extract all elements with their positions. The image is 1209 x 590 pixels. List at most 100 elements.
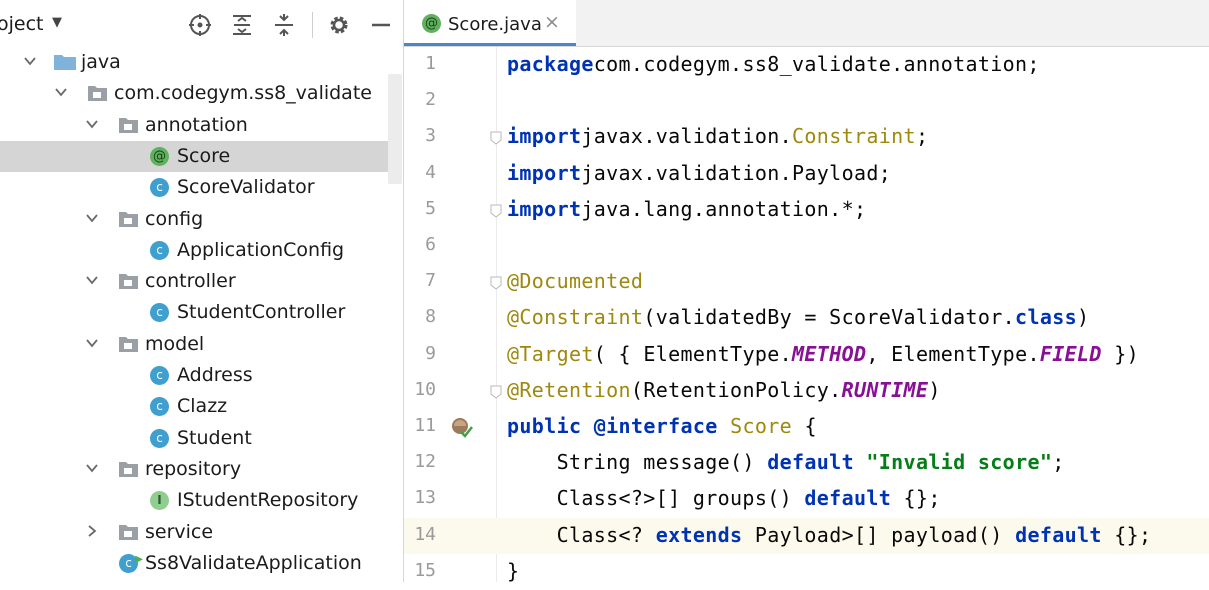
tree-item-studentcontroller[interactable]: c StudentController <box>0 297 388 328</box>
code-line[interactable]: 11 public @interface Score { <box>404 409 1209 445</box>
tree-item-controller[interactable]: controller <box>0 266 388 297</box>
implementation-marker-icon[interactable] <box>451 417 473 439</box>
collapse-all-icon[interactable] <box>271 12 297 38</box>
code-line[interactable]: 6 <box>404 228 1209 264</box>
code-area[interactable]: 1 packagecom.codegym.ss8_validate.annotat… <box>404 47 1209 583</box>
class-icon: c <box>150 178 169 198</box>
tree-item-service[interactable]: service <box>0 517 388 548</box>
code-token: (RetentionPolicy. <box>630 377 842 402</box>
code-line[interactable]: 5 importjava.lang.annotation.*; <box>404 192 1209 228</box>
code-line[interactable]: 2 <box>404 83 1209 119</box>
package-folder-icon <box>118 116 138 134</box>
tree-item-label: StudentController <box>177 301 346 324</box>
close-icon[interactable]: × <box>544 11 560 33</box>
code-line[interactable]: 9 @Target( { ElementType.METHOD, ElementT… <box>404 337 1209 373</box>
line-number: 14 <box>414 523 436 545</box>
interface-icon: I <box>150 491 169 511</box>
chevron-down-icon[interactable] <box>84 272 100 288</box>
tree-item-model[interactable]: model <box>0 329 388 360</box>
package-folder-icon <box>87 84 107 102</box>
code-line[interactable]: 14 Class<? extends Payload>[] payload() … <box>404 517 1209 554</box>
tree-item-repository[interactable]: repository <box>0 454 388 485</box>
code-token: METHOD <box>792 341 867 366</box>
line-number: 11 <box>414 415 436 436</box>
tree-item-student[interactable]: c Student <box>0 423 388 454</box>
code-token: Class<?>[] groups() <box>507 486 805 511</box>
code-token: } <box>507 558 520 583</box>
line-number: 8 <box>425 306 436 328</box>
line-number: 10 <box>414 378 436 400</box>
line-gutter: 14 <box>404 517 496 554</box>
fold-marker-icon[interactable] <box>490 384 502 399</box>
code-text: Class<?>[] groups() default {}; <box>507 486 941 510</box>
chevron-down-icon[interactable] <box>53 84 69 100</box>
code-text: @Target( { ElementType.METHOD, ElementTy… <box>507 342 1139 366</box>
code-token: import <box>507 160 582 185</box>
view-selector-chevron-icon[interactable]: ▼ <box>52 15 62 30</box>
tab-score-java[interactable]: @ Score.java × <box>404 0 576 46</box>
code-line[interactable]: 10 @Retention(RetentionPolicy.RUNTIME) <box>404 373 1209 409</box>
fold-marker-icon[interactable] <box>490 275 502 290</box>
tree-item-label: Ss8ValidateApplication <box>145 551 362 574</box>
tree-item-ss8validateapplication[interactable]: c ▶ Ss8ValidateApplication <box>0 548 388 579</box>
class-icon: c <box>150 397 169 417</box>
code-token: default <box>1015 522 1102 547</box>
code-token: {}; <box>891 486 941 511</box>
chevron-down-icon[interactable] <box>84 460 100 476</box>
code-line[interactable]: 8 @Constraint(validatedBy = ScoreValidato… <box>404 300 1209 336</box>
code-line[interactable]: 12 String message() default "Invalid sco… <box>404 445 1209 481</box>
code-line[interactable]: 4 importjavax.validation.Payload; <box>404 156 1209 192</box>
tree-item-config[interactable]: config <box>0 204 388 235</box>
chevron-down-icon[interactable] <box>84 116 100 132</box>
code-token: @Documented <box>507 269 644 294</box>
tree-item-label: controller <box>145 270 236 293</box>
code-token: default <box>804 486 892 511</box>
code-line[interactable]: 15} <box>404 554 1209 590</box>
package-folder-icon <box>118 272 138 290</box>
tree-scrollbar[interactable] <box>388 74 402 184</box>
project-view-title[interactable]: oject <box>0 13 44 35</box>
tree-item-scorevalidator[interactable]: c ScoreValidator <box>0 172 388 203</box>
expand-all-icon[interactable] <box>229 12 255 38</box>
minimize-icon[interactable] <box>368 12 394 38</box>
tree-item-address[interactable]: c Address <box>0 360 388 391</box>
line-number: 4 <box>425 161 436 183</box>
tree-item-java[interactable]: java <box>0 47 388 78</box>
code-line[interactable]: 1 packagecom.codegym.ss8_validate.annotat… <box>404 47 1209 83</box>
line-gutter: 11 <box>404 409 496 445</box>
tree-item-label: model <box>145 332 205 355</box>
tree-item-clazz[interactable]: c Clazz <box>0 391 388 422</box>
tab-label: Score.java <box>448 14 542 35</box>
code-token: package <box>507 52 594 76</box>
tree-item-applicationconfig[interactable]: c ApplicationConfig <box>0 235 388 266</box>
code-token: @Target <box>507 341 594 366</box>
fold-marker-icon[interactable] <box>490 130 502 146</box>
tree-item-com-codegym-ss8-validate[interactable]: com.codegym.ss8_validate <box>0 78 388 109</box>
source-folder-icon <box>53 53 76 71</box>
chevron-down-icon[interactable] <box>84 210 100 226</box>
class-icon: c <box>150 366 169 385</box>
code-line[interactable]: 13 Class<?>[] groups() default {}; <box>404 481 1209 517</box>
toolbar-divider <box>312 12 313 38</box>
code-line[interactable]: 3 importjavax.validation.Constraint; <box>404 119 1209 155</box>
class-icon: c <box>150 303 169 323</box>
code-line[interactable]: 7 @Documented <box>404 264 1209 300</box>
tree-item-istudentrepository[interactable]: I IStudentRepository <box>0 485 388 516</box>
fold-marker-icon[interactable] <box>490 203 502 218</box>
tree-item-label: ApplicationConfig <box>177 238 345 261</box>
chevron-right-icon[interactable] <box>84 523 100 539</box>
code-token: { <box>792 414 817 438</box>
tree-item-annotation[interactable]: annotation <box>0 110 388 141</box>
chevron-down-icon[interactable] <box>22 53 38 69</box>
code-text: Class<? extends Payload>[] payload() def… <box>507 523 1151 547</box>
gear-icon[interactable] <box>326 12 352 38</box>
line-gutter: 12 <box>404 445 496 481</box>
code-text: @Constraint(validatedBy = ScoreValidator… <box>507 305 1089 329</box>
line-number: 1 <box>425 53 436 74</box>
chevron-down-icon[interactable] <box>84 335 100 351</box>
tree-item-score[interactable]: @ Score <box>0 140 388 172</box>
code-text: @Retention(RetentionPolicy.RUNTIME) <box>507 378 941 402</box>
locate-icon[interactable] <box>187 12 213 38</box>
